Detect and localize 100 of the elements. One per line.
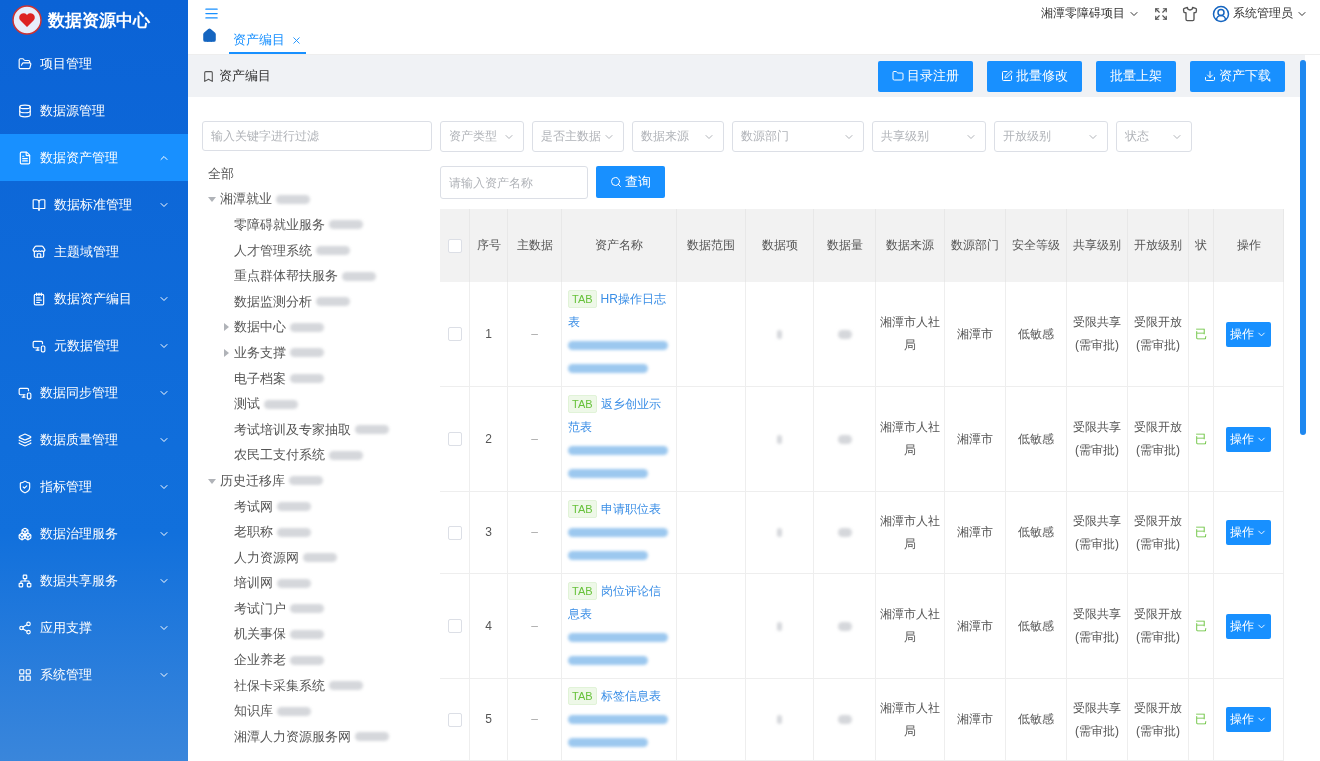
tree-node[interactable]: 老职称 bbox=[234, 523, 273, 542]
fullscreen-icon[interactable] bbox=[1154, 7, 1168, 21]
asset-link[interactable]: TAB HR操作日志表 bbox=[568, 288, 670, 334]
table-cell-text: 低敏感 bbox=[1018, 325, 1054, 343]
action-dropdown[interactable]: 操作 bbox=[1226, 520, 1271, 545]
tree-node[interactable]: 考试网 bbox=[234, 497, 273, 516]
tree-node[interactable]: 机关事保 bbox=[234, 625, 286, 644]
menu-item[interactable]: 指标管理 bbox=[0, 463, 188, 510]
tree-node[interactable]: 测试 bbox=[234, 395, 260, 414]
checkbox[interactable] bbox=[447, 432, 462, 446]
type-tag: TAB bbox=[568, 290, 597, 308]
table-cell-text: – bbox=[531, 711, 538, 728]
menu-item[interactable]: 数据源管理 bbox=[0, 87, 188, 134]
action-dropdown[interactable]: 操作 bbox=[1226, 321, 1271, 347]
network-icon bbox=[18, 573, 32, 588]
action-button[interactable]: 批量上架 bbox=[1096, 60, 1176, 92]
table-cell-text: 4 bbox=[485, 617, 492, 635]
menu-item[interactable]: 数据同步管理 bbox=[0, 369, 188, 416]
filter-field[interactable]: 输入关键字进行过滤 bbox=[202, 121, 432, 151]
tree-node[interactable]: 数据监测分析 bbox=[234, 292, 312, 311]
tree-node[interactable]: 人力资源网 bbox=[234, 548, 299, 567]
action-dropdown[interactable]: 操作 bbox=[1226, 613, 1271, 639]
table-cell-text: 低敏感 bbox=[1018, 430, 1054, 448]
menu-item[interactable]: 数据质量管理 bbox=[0, 416, 188, 463]
table-cell-text: 1 bbox=[485, 325, 492, 343]
query-button[interactable]: 查询 bbox=[596, 166, 665, 198]
checkbox[interactable] bbox=[447, 525, 462, 540]
redacted-value bbox=[777, 434, 782, 444]
tree-node[interactable]: 社保卡采集系统 bbox=[234, 676, 325, 695]
column-header: 共享级别 bbox=[1067, 209, 1128, 282]
scrollbar[interactable] bbox=[1300, 60, 1306, 435]
home-icon[interactable] bbox=[202, 27, 217, 43]
project-dropdown[interactable]: 湘潭零障碍项目 bbox=[1041, 5, 1140, 23]
asset-link[interactable]: TAB 标签信息表 bbox=[568, 685, 670, 708]
table-cell-text: 湘潭市 bbox=[957, 524, 993, 541]
action-dropdown[interactable]: 操作 bbox=[1226, 707, 1271, 732]
redacted-value bbox=[777, 715, 782, 724]
user-menu[interactable]: 系统管理员 bbox=[1212, 5, 1308, 23]
close-icon[interactable] bbox=[291, 34, 302, 46]
name-search-field[interactable]: 请输入资产名称 bbox=[440, 166, 588, 199]
caret-right-icon[interactable] bbox=[222, 323, 230, 332]
table-cell-text: 湘潭市 bbox=[957, 617, 993, 635]
tree-node[interactable]: 重点群体帮扶服务 bbox=[234, 267, 338, 286]
table-cell-text: 湘潭市人社局 bbox=[880, 314, 940, 354]
table-cell-text: – bbox=[531, 524, 538, 541]
menu-item[interactable]: 系统管理 bbox=[0, 651, 188, 698]
edit-icon bbox=[1001, 70, 1013, 83]
tree-node[interactable]: 业务支撑 bbox=[234, 343, 286, 362]
menu-item[interactable]: 数据资产管理 bbox=[0, 134, 188, 181]
book-icon bbox=[32, 197, 46, 212]
column-header: 操作 bbox=[1214, 209, 1284, 282]
redacted-value bbox=[777, 621, 782, 631]
action-dropdown[interactable]: 操作 bbox=[1226, 426, 1271, 452]
menu-item[interactable]: 应用支撑 bbox=[0, 604, 188, 651]
checkbox[interactable] bbox=[447, 619, 462, 633]
logo-icon bbox=[12, 5, 42, 35]
type-tag: TAB bbox=[568, 582, 597, 600]
table-cell-text: 受限开放(需审批) bbox=[1133, 512, 1183, 553]
action-button[interactable]: 资产下载 bbox=[1190, 60, 1285, 92]
table-cell-text: 受限共享(需审批) bbox=[1072, 419, 1122, 459]
menu-item[interactable]: 数据资产编目 bbox=[0, 275, 188, 322]
tree-node[interactable]: 电子档案 bbox=[234, 369, 286, 388]
status-text: 已 bbox=[1195, 711, 1207, 728]
asset-link[interactable]: TAB 返乡创业示范表 bbox=[568, 393, 670, 439]
menu-item[interactable]: 主题域管理 bbox=[0, 228, 188, 275]
action-button[interactable]: 目录注册 bbox=[878, 60, 973, 92]
tree-node[interactable]: 人才管理系统 bbox=[234, 241, 312, 260]
tree-node[interactable]: 零障碍就业服务 bbox=[234, 216, 325, 234]
menu-icon[interactable] bbox=[204, 6, 219, 22]
caret-down-icon[interactable] bbox=[208, 476, 216, 485]
column-header: 数源部门 bbox=[945, 209, 1006, 282]
table-cell-text: 湘潭市人社局 bbox=[880, 512, 940, 553]
tree-node[interactable]: 培训网 bbox=[234, 574, 273, 593]
tree-node[interactable]: 数据中心 bbox=[234, 318, 286, 337]
table-cell-text: 低敏感 bbox=[1018, 524, 1054, 541]
tree-node[interactable]: 湘潭人力资源服务网 bbox=[234, 727, 351, 746]
tree-node[interactable]: 农民工支付系统 bbox=[234, 446, 325, 465]
menu-item[interactable]: 元数据管理 bbox=[0, 322, 188, 369]
tree-node[interactable]: 考试门户 bbox=[234, 599, 286, 618]
table-cell-text: – bbox=[531, 430, 538, 448]
table-cell-text: – bbox=[531, 325, 538, 343]
menu-item[interactable]: 项目管理 bbox=[0, 40, 188, 87]
asset-link[interactable]: TAB 申请职位表 bbox=[568, 498, 670, 521]
action-button[interactable]: 批量修改 bbox=[987, 60, 1082, 92]
menu-item[interactable]: 数据标准管理 bbox=[0, 181, 188, 228]
caret-down-icon[interactable] bbox=[208, 195, 216, 204]
checkbox[interactable] bbox=[447, 712, 462, 727]
caret-right-icon[interactable] bbox=[222, 348, 230, 357]
checkbox[interactable] bbox=[447, 327, 462, 341]
asset-link[interactable]: TAB 岗位评论信息表 bbox=[568, 580, 670, 626]
menu-item[interactable]: 数据治理服务 bbox=[0, 510, 188, 557]
tree-node[interactable]: 企业养老 bbox=[234, 651, 286, 670]
menu-item[interactable]: 数据共享服务 bbox=[0, 557, 188, 604]
tree-node[interactable]: 湘潭就业 bbox=[220, 190, 272, 209]
shirt-icon[interactable] bbox=[1182, 6, 1198, 22]
checkbox[interactable] bbox=[447, 238, 462, 253]
tree-node[interactable]: 考试培训及专家抽取 bbox=[234, 420, 351, 439]
tree-node[interactable]: 历史迁移库 bbox=[220, 471, 285, 490]
tree-node[interactable]: 知识库 bbox=[234, 702, 273, 721]
tree-node[interactable]: 全部 bbox=[208, 164, 234, 183]
